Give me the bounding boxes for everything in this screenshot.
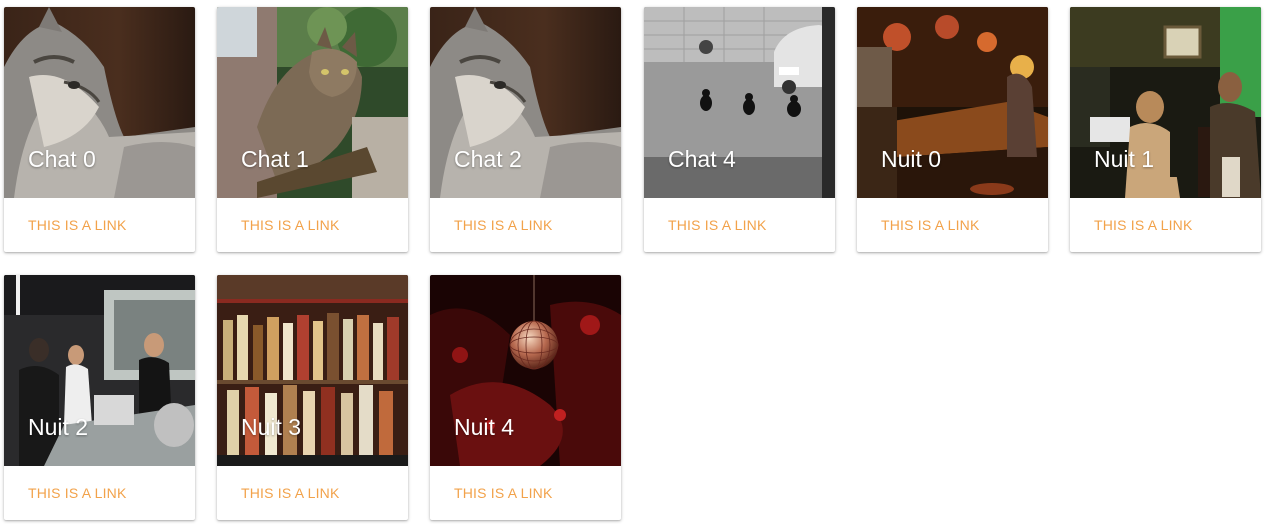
card-action: THIS IS A LINK (217, 198, 408, 252)
card-title: Nuit 4 (454, 414, 515, 440)
card-image: Nuit 1 (1070, 7, 1261, 198)
card: Nuit 2 THIS IS A LINK (4, 275, 195, 520)
card-action: THIS IS A LINK (217, 466, 408, 520)
card: Nuit 1 THIS IS A LINK (1070, 7, 1261, 252)
card-link[interactable]: THIS IS A LINK (241, 217, 340, 233)
card-link[interactable]: THIS IS A LINK (28, 485, 127, 501)
card: Nuit 0 THIS IS A LINK (857, 7, 1048, 252)
card: Chat 2 THIS IS A LINK (430, 7, 621, 252)
card-link[interactable]: THIS IS A LINK (668, 217, 767, 233)
card-title: Chat 4 (668, 146, 736, 172)
card: Chat 0 THIS IS A LINK (4, 7, 195, 252)
card-action: THIS IS A LINK (1070, 198, 1261, 252)
card-action: THIS IS A LINK (4, 466, 195, 520)
card-image: Chat 0 (4, 7, 195, 198)
card-title: Chat 0 (28, 146, 96, 172)
card-image: Nuit 2 (4, 275, 195, 466)
card-image: Chat 4 (644, 7, 835, 198)
card-grid: Chat 0 THIS IS A LINK Chat 1 THIS IS A L… (0, 0, 1269, 524)
card-action: THIS IS A LINK (644, 198, 835, 252)
card: Nuit 3 THIS IS A LINK (217, 275, 408, 520)
card: Chat 4 THIS IS A LINK (644, 7, 835, 252)
card-image: Nuit 0 (857, 7, 1048, 198)
card-title: Chat 1 (241, 146, 309, 172)
card-title: Nuit 0 (881, 146, 942, 172)
card-action: THIS IS A LINK (4, 198, 195, 252)
card-link[interactable]: THIS IS A LINK (454, 217, 553, 233)
card-image: Nuit 3 (217, 275, 408, 466)
card-action: THIS IS A LINK (430, 466, 621, 520)
card-action: THIS IS A LINK (857, 198, 1048, 252)
card-title: Chat 2 (454, 146, 522, 172)
card: Nuit 4 THIS IS A LINK (430, 275, 621, 520)
card: Chat 1 THIS IS A LINK (217, 7, 408, 252)
card-link[interactable]: THIS IS A LINK (454, 485, 553, 501)
card-title: Nuit 3 (241, 414, 302, 440)
card-link[interactable]: THIS IS A LINK (881, 217, 980, 233)
card-title: Nuit 2 (28, 414, 89, 440)
card-link[interactable]: THIS IS A LINK (28, 217, 127, 233)
card-title: Nuit 1 (1094, 146, 1155, 172)
card-action: THIS IS A LINK (430, 198, 621, 252)
card-image: Chat 1 (217, 7, 408, 198)
card-link[interactable]: THIS IS A LINK (1094, 217, 1193, 233)
card-link[interactable]: THIS IS A LINK (241, 485, 340, 501)
card-image: Chat 2 (430, 7, 621, 198)
card-image: Nuit 4 (430, 275, 621, 466)
